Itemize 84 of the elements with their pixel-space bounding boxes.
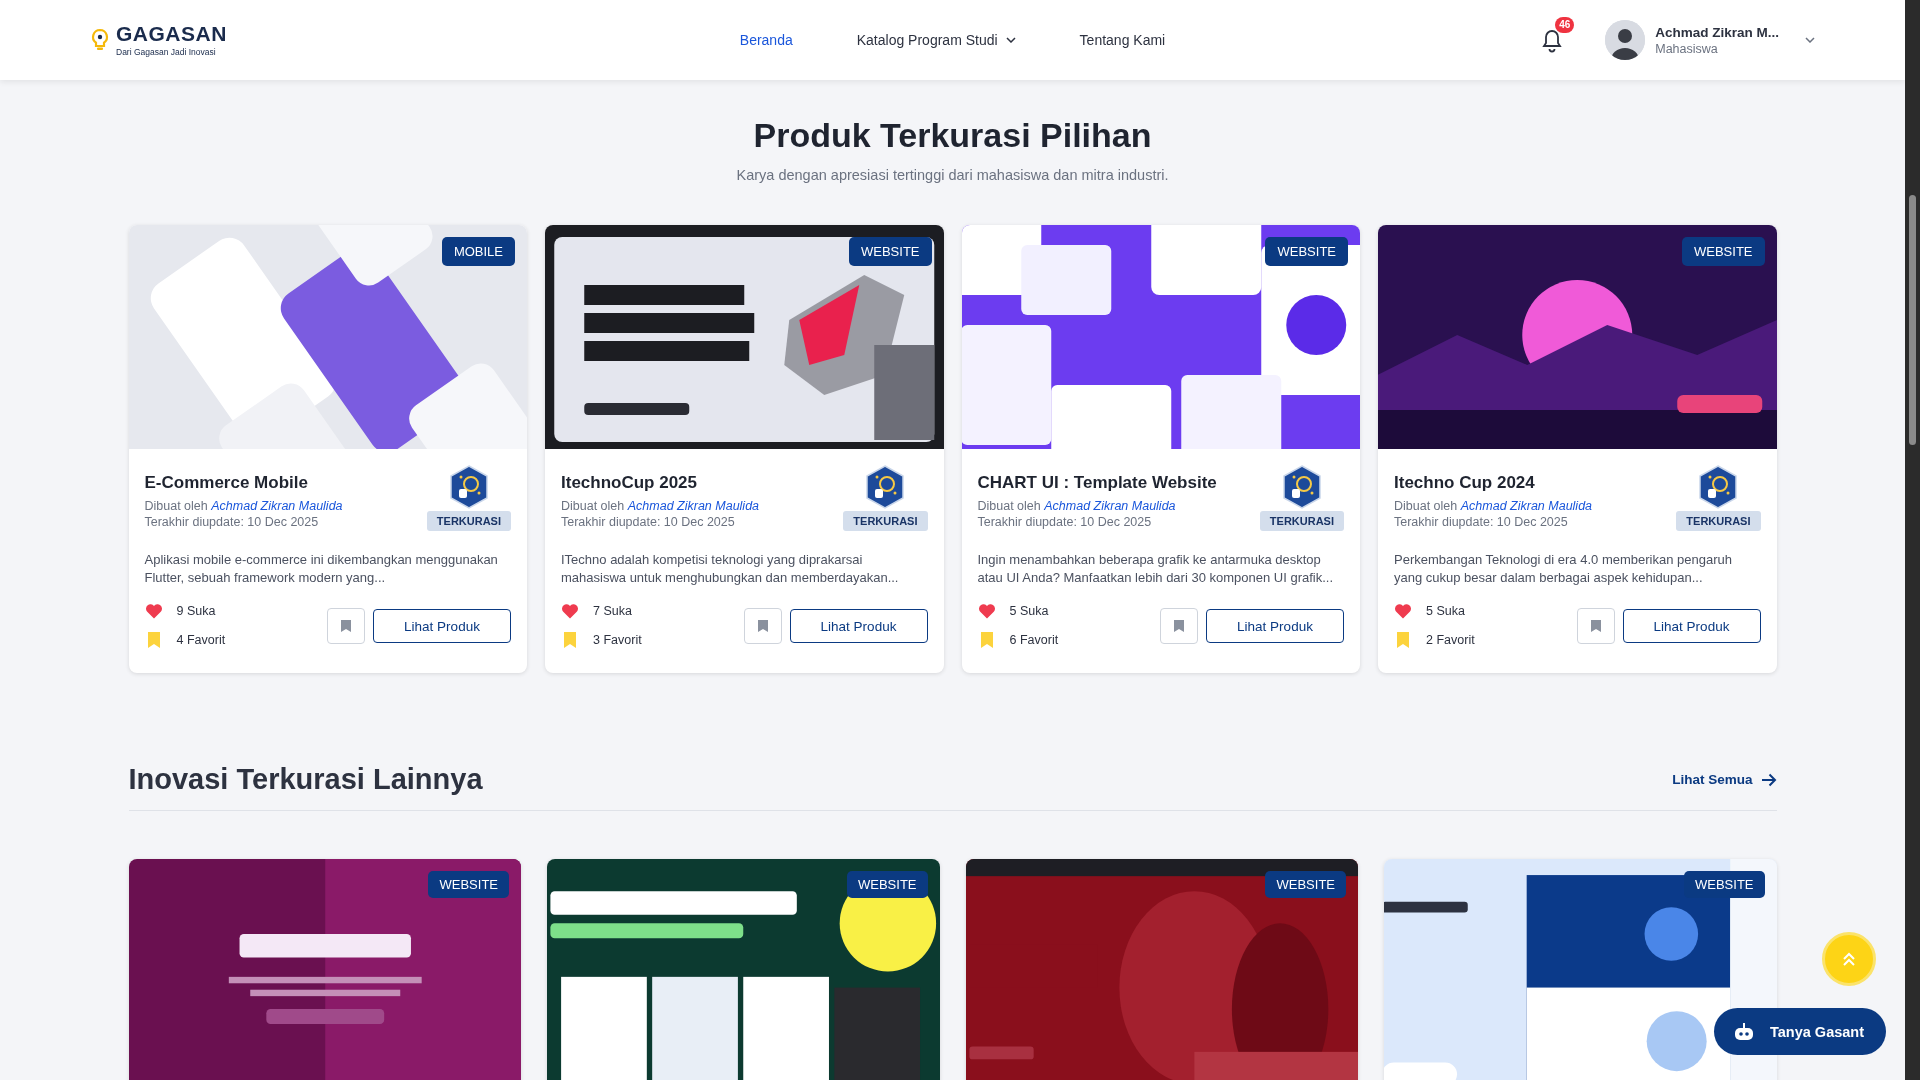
- author-line: Dibuat oleh Achmad Zikran Maulida: [1394, 499, 1593, 513]
- like-count: 5 Suka: [1009, 604, 1049, 618]
- chat-button[interactable]: Tanya Gasant: [1714, 1008, 1887, 1055]
- curated-label: TERKURASI: [426, 511, 511, 531]
- update-date: Terakhir diupdate: 10 Dec 2025: [977, 515, 1153, 529]
- category-tag: WEBSITE: [1684, 871, 1765, 898]
- hexagon-badge-icon: [1698, 465, 1739, 509]
- hexagon-badge-icon: [448, 465, 489, 509]
- favorite-count: 3 Favorit: [593, 633, 642, 647]
- nav-link[interactable]: Katalog Program Studi: [856, 32, 1016, 48]
- author-link[interactable]: Achmad Zikran Maulida: [211, 499, 343, 513]
- like-count: 9 Suka: [176, 604, 216, 618]
- favorite-count: 2 Favorit: [1426, 633, 1475, 647]
- hexagon-badge-icon: [865, 465, 906, 509]
- category-tag: WEBSITE: [849, 237, 932, 266]
- author-link[interactable]: Achmad Zikran Maulida: [1460, 499, 1593, 513]
- author-link[interactable]: Achmad Zikran Maulida: [627, 499, 760, 513]
- double-chevron-up-icon: [1841, 951, 1857, 967]
- product-description: Ingin menambahkan beberapa grafik ke antarmuka desktop atau UI Anda? Manfaatkan lebih dari 30 komponen UI grafik...: [977, 551, 1335, 587]
- author-line: Dibuat oleh Achmad Zikran Maulida: [144, 499, 343, 513]
- avatar[interactable]: [1605, 20, 1646, 60]
- bell-icon[interactable]: [1541, 29, 1564, 53]
- like-count: 5 Suka: [1426, 604, 1465, 618]
- bookmark-icon: [1589, 619, 1602, 633]
- product-description: Perkembangan Teknologi di era 4.0 memberikan pengaruh yang cukup besar dalam berbagai aspek kehidupan...: [1394, 551, 1733, 587]
- view-product-button[interactable]: Lihat Produk: [1622, 609, 1761, 643]
- bookmark-icon: [561, 631, 579, 649]
- robot-icon: [1732, 1021, 1756, 1042]
- bookmark-icon: [340, 619, 352, 633]
- curated-label: TERKURASI: [843, 511, 928, 531]
- chevron-down-icon[interactable]: [1805, 37, 1815, 43]
- heart-icon: [561, 603, 579, 619]
- product-title: ItechnoCup 2025: [561, 473, 699, 493]
- bookmark-icon: [1394, 631, 1412, 649]
- user-role: Mahasiswa: [1655, 41, 1719, 56]
- bookmark-icon: [756, 619, 769, 633]
- like-count: 7 Suka: [593, 604, 632, 618]
- user-name: Achmad Zikran M...: [1655, 24, 1779, 40]
- nav-link[interactable]: Tentang Kami: [1079, 32, 1166, 48]
- view-product-button[interactable]: Lihat Produk: [1206, 609, 1344, 643]
- curated-label: TERKURASI: [1676, 511, 1761, 531]
- author-line: Dibuat oleh Achmad Zikran Maulida: [977, 499, 1177, 513]
- logo-text[interactable]: GAGASAN: [116, 22, 227, 45]
- arrow-right-icon: [1760, 772, 1777, 787]
- category-tag: WEBSITE: [847, 871, 928, 898]
- author-line: Dibuat oleh Achmad Zikran Maulida: [561, 499, 760, 513]
- notification-count: 46: [1555, 17, 1575, 33]
- heart-icon: [144, 603, 163, 619]
- bookmark-button[interactable]: [1576, 608, 1615, 644]
- view-product-button[interactable]: Lihat Produk: [373, 609, 511, 643]
- product-description: Aplikasi mobile e-commerce ini dikembangkan menggunakan Flutter, sebuah framework modern yang...: [144, 551, 499, 587]
- category-tag: WEBSITE: [428, 871, 509, 898]
- update-date: Terakhir diupdate: 10 Dec 2025: [561, 515, 736, 529]
- heart-icon: [1394, 603, 1412, 619]
- category-tag: MOBILE: [441, 237, 515, 266]
- bookmark-button[interactable]: [327, 608, 365, 644]
- category-tag: WEBSITE: [1265, 871, 1346, 898]
- view-product-button[interactable]: Lihat Produk: [789, 609, 928, 643]
- scrollbar[interactable]: [1905, 0, 1920, 1080]
- curated-label: TERKURASI: [1259, 511, 1344, 531]
- category-tag: WEBSITE: [1682, 237, 1765, 266]
- bookmark-button[interactable]: [743, 608, 782, 644]
- author-link[interactable]: Achmad Zikran Maulida: [1044, 499, 1176, 513]
- product-description: ITechno adalah kompetisi teknologi yang diprakarsai mahasiswa untuk menghubungkan dan memberdayakan...: [561, 551, 900, 587]
- section-title: Produk Terkurasi Pilihan: [752, 116, 1153, 155]
- update-date: Terakhir diupdate: 10 Dec 2025: [1394, 515, 1569, 529]
- update-date: Terakhir diupdate: 10 Dec 2025: [144, 515, 320, 529]
- bookmark-button[interactable]: [1160, 608, 1198, 644]
- category-tag: WEBSITE: [1265, 237, 1348, 266]
- see-all-link[interactable]: Lihat Semua: [1672, 772, 1777, 787]
- section-title: Inovasi Terkurasi Lainnya: [128, 763, 483, 796]
- favorite-count: 4 Favorit: [176, 633, 226, 647]
- favorite-count: 6 Favorit: [1009, 633, 1059, 647]
- section-subtitle: Karya dengan apresiasi tertinggi dari mahasiswa dan mitra industri.: [735, 167, 1170, 183]
- lightbulb-icon: [90, 28, 110, 52]
- product-title: Itechno Cup 2024: [1394, 473, 1536, 493]
- product-title: E-Commerce Mobile: [144, 473, 309, 493]
- hexagon-badge-icon: [1281, 465, 1322, 509]
- heart-icon: [977, 603, 996, 619]
- chevron-down-icon: [1005, 37, 1016, 43]
- logo-tagline: Dari Gagasan Jadi Inovasi: [116, 47, 217, 57]
- bookmark-icon: [1173, 619, 1185, 633]
- nav-link[interactable]: Beranda: [739, 32, 793, 48]
- product-title: CHART UI : Template Website: [977, 473, 1217, 493]
